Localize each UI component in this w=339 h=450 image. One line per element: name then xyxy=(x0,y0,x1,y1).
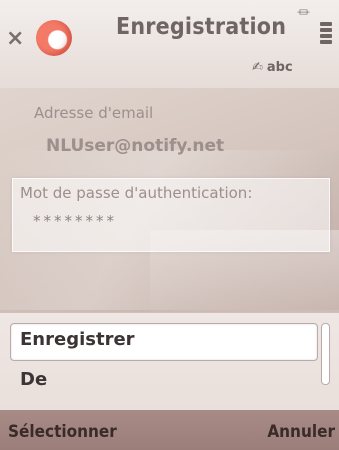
pen-icon: ✍ xyxy=(252,60,263,75)
menu-item-de[interactable]: De xyxy=(20,369,47,390)
signal-icon: ⏛ xyxy=(297,6,311,21)
cancel-softkey[interactable]: Annuler xyxy=(267,422,335,442)
select-softkey[interactable]: Sélectionner xyxy=(8,422,117,442)
options-menu: Enregistrer De xyxy=(0,312,339,411)
input-mode-label: abc xyxy=(266,60,293,75)
input-mode-indicator: ✍ abc xyxy=(252,60,293,75)
password-label: Mot de passe d'authentication: xyxy=(20,184,253,202)
battery-icon xyxy=(320,22,334,52)
menu-scrollbar[interactable] xyxy=(321,323,330,385)
password-value: ******** xyxy=(33,212,117,230)
menu-item-enregistrer[interactable]: Enregistrer xyxy=(20,329,135,350)
email-label: Adresse d'email xyxy=(34,104,154,122)
page-title: Enregistration xyxy=(116,14,287,40)
ring-app-icon xyxy=(36,20,72,56)
email-field[interactable]: NLUser@notify.net xyxy=(46,136,224,156)
title-bar: × Enregistration ⏛ ✍ abc xyxy=(0,0,339,88)
softkey-bar: Sélectionner Annuler xyxy=(0,410,339,450)
close-icon[interactable]: × xyxy=(6,28,24,50)
